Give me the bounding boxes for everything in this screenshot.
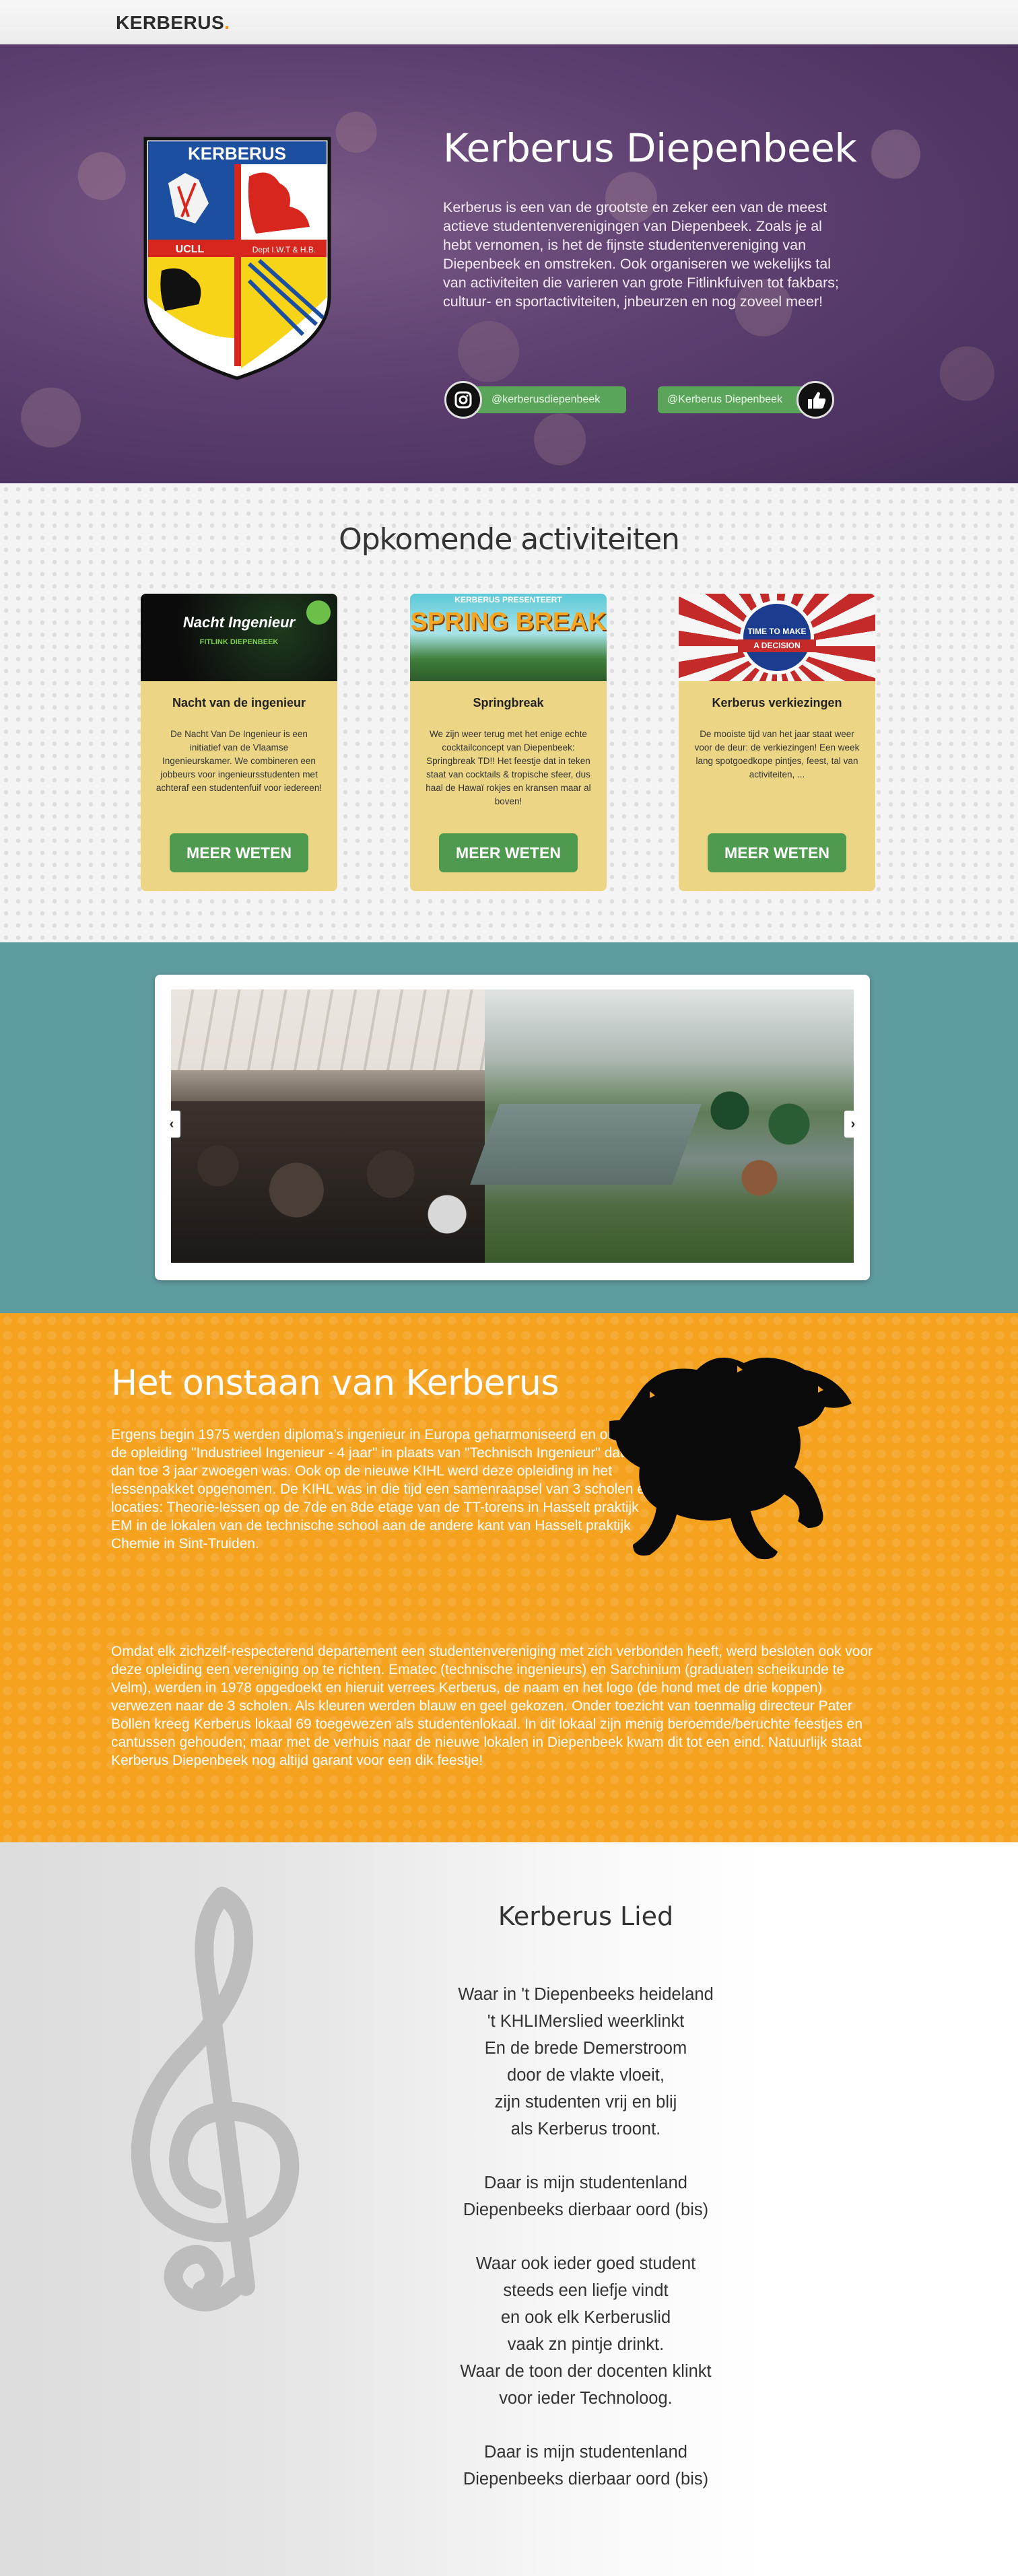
activity-title: Springbreak: [473, 696, 544, 709]
hero-section: KERBERUS UCLL Dept I.W.T & H.B. Kerberus…: [0, 44, 1018, 483]
kerberus-shield-logo: KERBERUS UCLL Dept I.W.T & H.B.: [143, 137, 331, 380]
activity-title: Nacht van de ingenieur: [172, 696, 306, 709]
facebook-link[interactable]: @Kerberus Diepenbeek: [658, 381, 840, 419]
shield-left-label: UCLL: [176, 244, 205, 255]
photo-carousel[interactable]: ‹ ›: [155, 975, 870, 1280]
thumbs-up-icon: [796, 381, 834, 419]
activity-image[interactable]: KERBERUS PRESENTEERT SPRING BREAK: [410, 594, 607, 681]
brand-text: KERBERUS: [116, 12, 225, 33]
lyric-line: voor ieder Technoloog.: [499, 2389, 673, 2408]
activities-heading: Opkomende activiteiten: [339, 522, 680, 557]
song-lyrics: Waar in 't Diepenbeeks heideland 't KHLI…: [377, 1981, 794, 2519]
top-navbar: KERBERUS.: [0, 0, 1018, 44]
activity-description: We zijn weer terug met het enige echte c…: [426, 729, 591, 806]
song-stanza: Waar ook ieder goed student steeds een l…: [377, 2250, 794, 2412]
activity-card: KERBERUS PRESENTEERT SPRING BREAK Spring…: [410, 594, 607, 891]
lyric-line: Waar ook ieder goed student: [475, 2254, 696, 2273]
activity-image[interactable]: TIME TO MAKE A DECISION: [679, 594, 875, 681]
lyric-line: door de vlakte vloeit,: [507, 2066, 665, 2085]
lyric-line: Waar in 't Diepenbeeks heideland: [458, 1985, 714, 2004]
treble-clef-icon: [131, 1887, 300, 2311]
slide-photo-outdoor: [470, 989, 854, 1263]
activity-title: Kerberus verkiezingen: [712, 696, 842, 709]
more-info-button[interactable]: MEER WETEN: [170, 833, 308, 872]
activity-image-subtitle: A DECISION: [738, 639, 816, 652]
instagram-link[interactable]: @kerberusdiepenbeek: [444, 381, 627, 419]
lyric-line: En de brede Demerstroom: [484, 2039, 687, 2058]
hero-title: Kerberus Diepenbeek: [443, 125, 857, 171]
lyric-line: steeds een liefje vindt: [503, 2281, 669, 2300]
activity-image-subtitle: FITLINK DIEPENBEEK: [199, 638, 279, 646]
lyric-line: Diepenbeeks dierbaar oord (bis): [463, 2470, 709, 2488]
more-info-button[interactable]: MEER WETEN: [439, 833, 578, 872]
activity-description: De Nacht Van De Ingenieur is een initiat…: [156, 729, 323, 793]
history-section: Het onstaan van Kerberus Ergens begin 19…: [0, 1313, 1018, 1842]
slide-photo-party: [171, 989, 485, 1263]
carousel-next-button[interactable]: ›: [844, 1111, 862, 1138]
facebook-handle: @Kerberus Diepenbeek: [658, 386, 813, 413]
song-section: Kerberus Lied Waar in 't Diepenbeeks hei…: [0, 1842, 1018, 2576]
carousel-prev-button[interactable]: ‹: [163, 1111, 180, 1138]
instagram-handle: @kerberusdiepenbeek: [465, 386, 626, 413]
activities-section: Opkomende activiteiten Nacht Ingenieur F…: [0, 483, 1018, 942]
activity-description: De mooiste tijd van het jaar staat weer …: [694, 729, 860, 779]
activity-image-title: TIME TO MAKE: [747, 627, 807, 636]
history-paragraph-1: Ergens begin 1975 werden diploma’s ingen…: [111, 1427, 653, 1552]
activity-image-subtitle: KERBERUS PRESENTEERT: [454, 595, 562, 604]
lyric-line: Diepenbeeks dierbaar oord (bis): [463, 2200, 709, 2219]
lyric-line: 't KHLIMerslied weerklinkt: [487, 2012, 685, 2031]
lyric-line: Daar is mijn studentenland: [484, 2443, 687, 2462]
activity-card: TIME TO MAKE A DECISION Kerberus verkiezi…: [679, 594, 875, 891]
song-heading: Kerberus Lied: [498, 1902, 674, 1931]
history-heading: Het onstaan van Kerberus: [111, 1363, 559, 1403]
badge-icon: [306, 600, 331, 625]
instagram-icon: [444, 381, 482, 419]
brand-logo[interactable]: KERBERUS.: [116, 12, 230, 34]
shield-banner-text: KERBERUS: [188, 143, 286, 164]
song-chorus: Daar is mijn studentenland Diepenbeeks d…: [377, 2169, 794, 2223]
brand-dot: .: [224, 12, 230, 33]
lyric-line: en ook elk Kerberuslid: [500, 2308, 671, 2327]
decision-badge: TIME TO MAKE A DECISION: [738, 600, 816, 674]
photo-slider-section: ‹ ›: [0, 942, 1018, 1313]
lyric-line: vaak zn pintje drinkt.: [507, 2335, 665, 2354]
song-stanza: Waar in 't Diepenbeeks heideland 't KHLI…: [377, 1981, 794, 2143]
lyric-line: Waar de toon der docenten klinkt: [460, 2362, 712, 2381]
activity-image[interactable]: Nacht Ingenieur FITLINK DIEPENBEEK: [141, 594, 337, 681]
shield-right-label: Dept I.W.T & H.B.: [252, 245, 316, 254]
song-chorus: Daar is mijn studentenland Diepenbeeks d…: [377, 2439, 794, 2493]
more-info-button[interactable]: MEER WETEN: [708, 833, 846, 872]
activity-card: Nacht Ingenieur FITLINK DIEPENBEEK Nacht…: [141, 594, 337, 891]
lyric-line: zijn studenten vrij en blij: [494, 2093, 677, 2112]
hero-description: Kerberus is een van de grootste en zeker…: [443, 199, 839, 310]
activity-image-title: SPRING BREAK: [410, 608, 607, 636]
cerberus-silhouette-icon: [609, 1358, 852, 1560]
history-paragraph-2: Omdat elk zichzelf-respecterend departem…: [111, 1644, 873, 1768]
lyric-line: Daar is mijn studentenland: [484, 2173, 687, 2192]
lyric-line: als Kerberus troont.: [510, 2120, 661, 2138]
